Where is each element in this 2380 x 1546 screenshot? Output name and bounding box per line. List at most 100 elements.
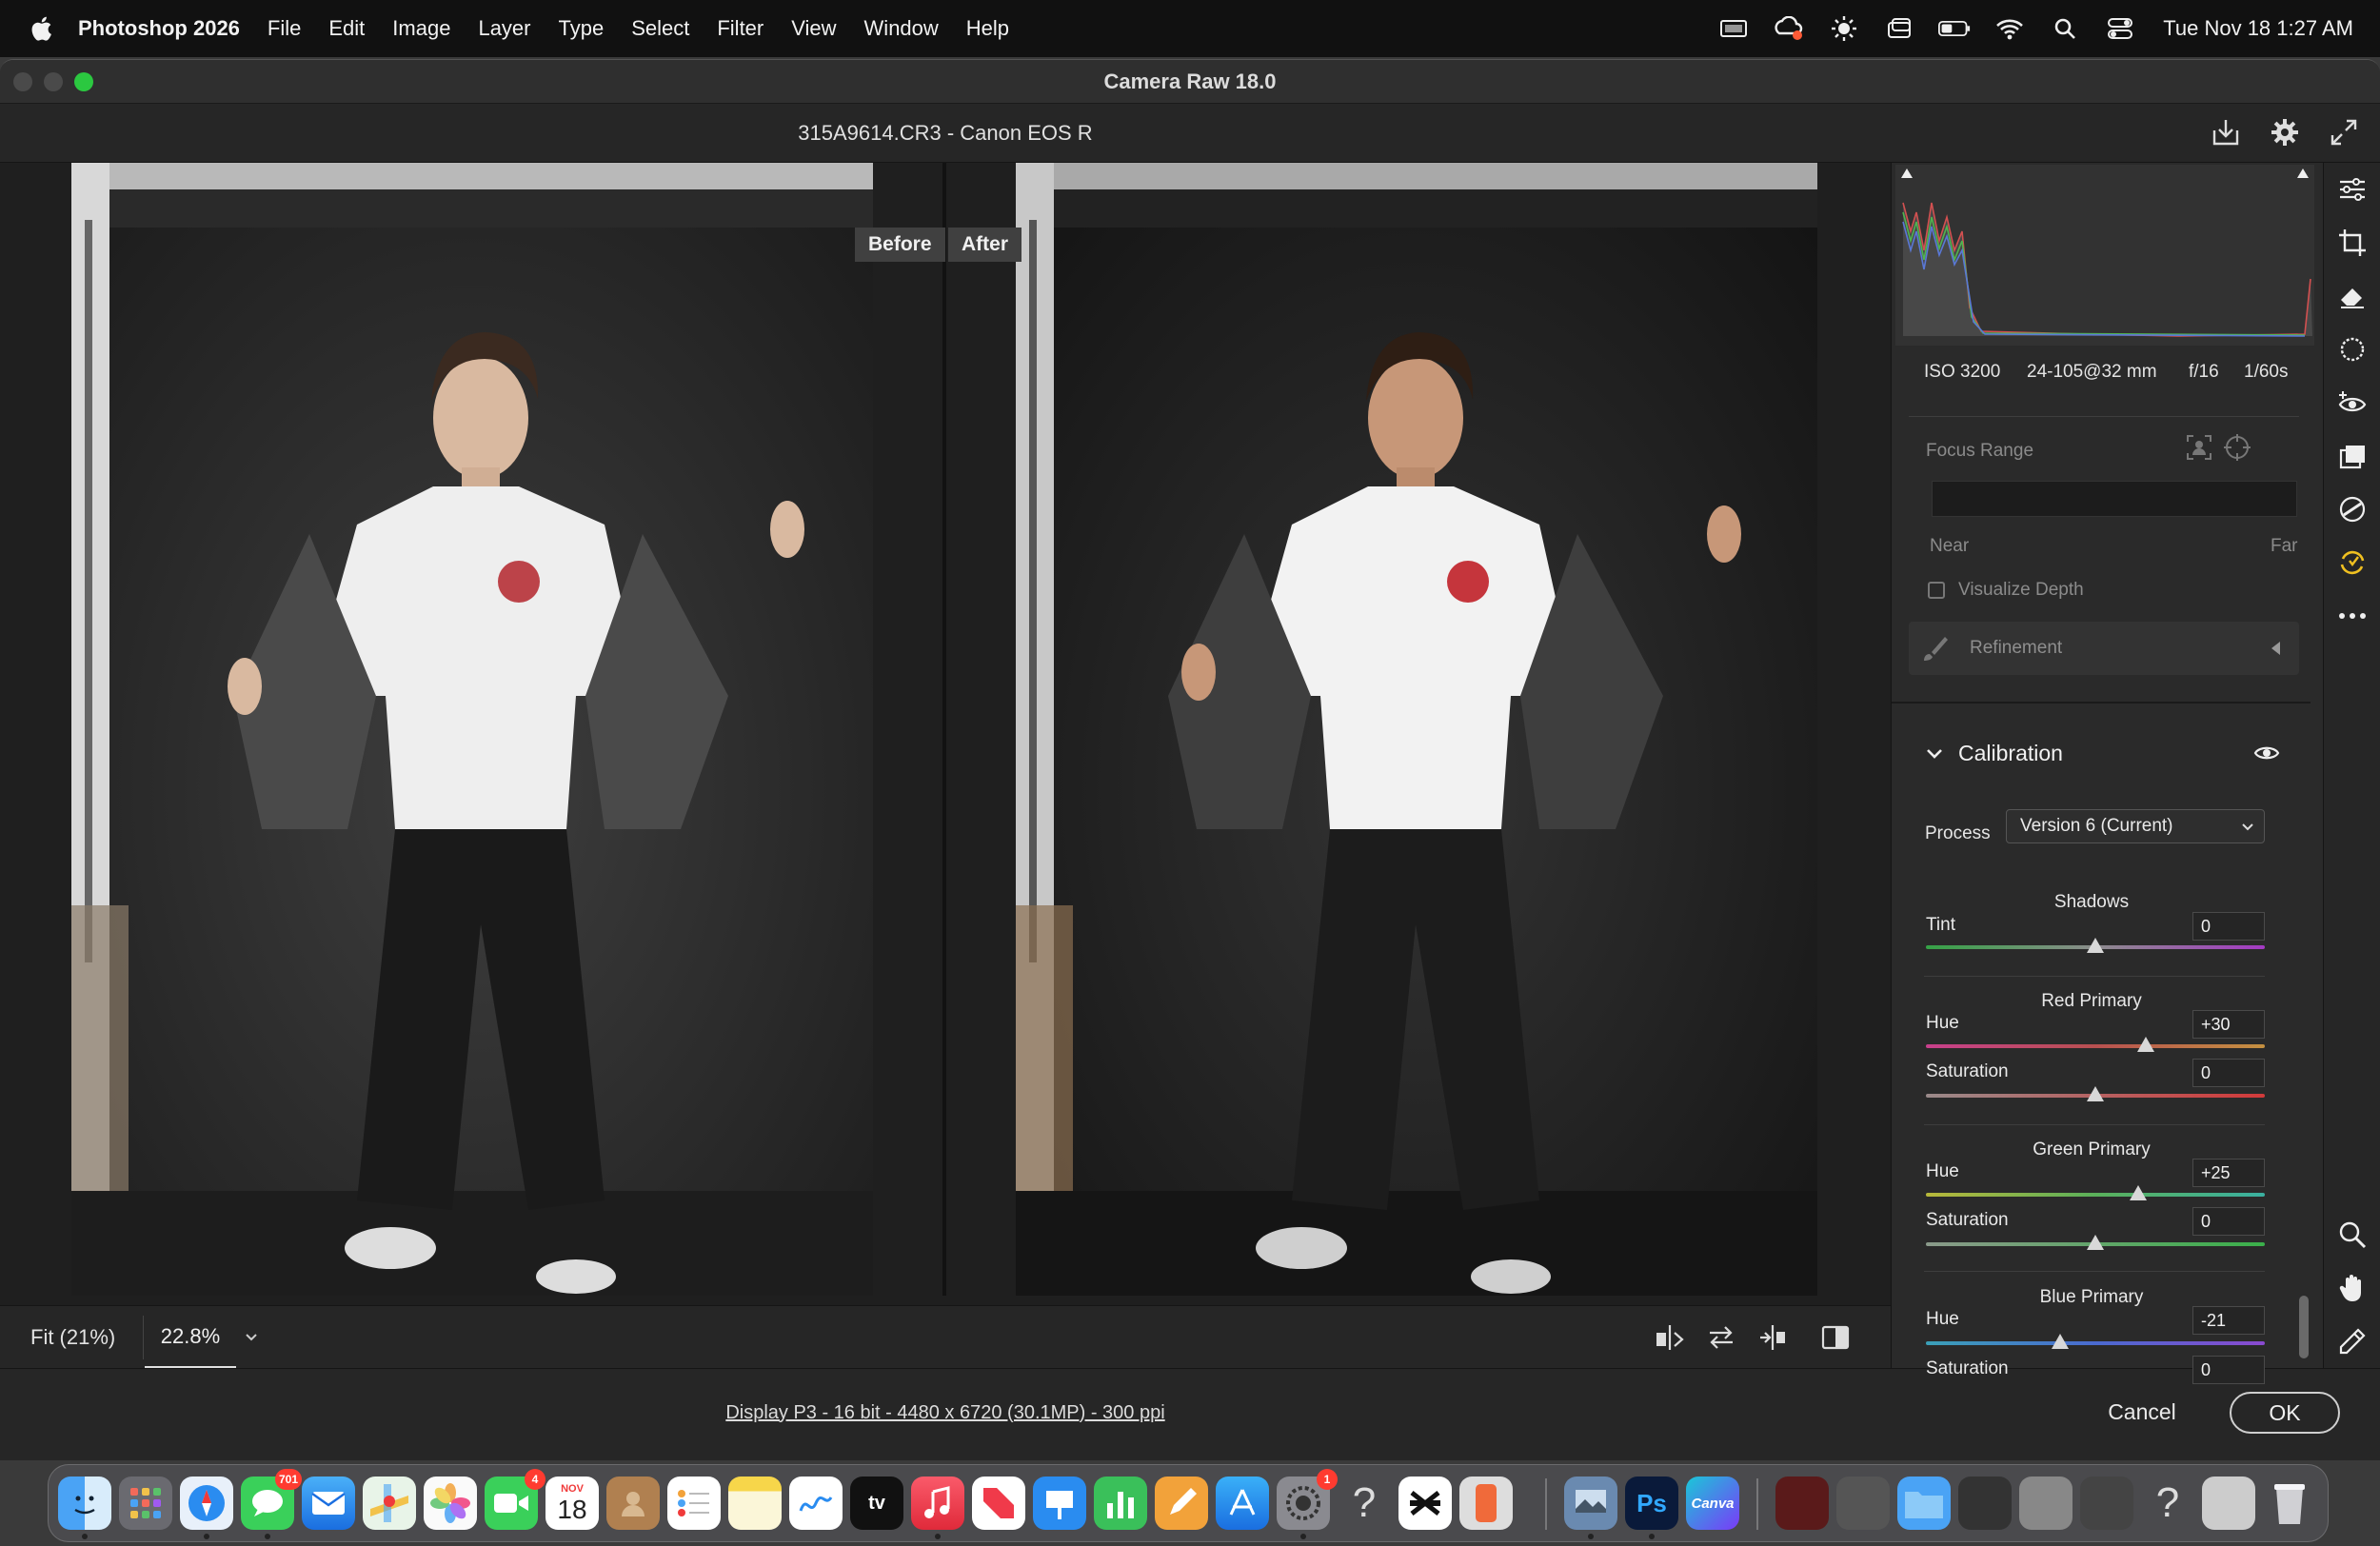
red-hue-slider[interactable] <box>1926 1044 2265 1048</box>
image-preview-area[interactable]: Before After <box>0 163 1891 1305</box>
menu-file[interactable]: File <box>268 16 301 41</box>
news-app-icon[interactable] <box>972 1477 1025 1530</box>
maps-app-icon[interactable] <box>363 1477 416 1530</box>
green-saturation-input[interactable]: 0 <box>2192 1207 2265 1236</box>
blue-hue-thumb[interactable] <box>2051 1334 2069 1349</box>
brightness-icon[interactable] <box>1828 16 1860 41</box>
green-hue-thumb[interactable] <box>2129 1185 2147 1200</box>
photos-app-icon[interactable] <box>424 1477 477 1530</box>
menu-select[interactable]: Select <box>631 16 689 41</box>
subject-focus-icon[interactable] <box>2185 433 2213 462</box>
menu-layer[interactable]: Layer <box>478 16 530 41</box>
menu-help[interactable]: Help <box>966 16 1009 41</box>
trash-icon[interactable] <box>2263 1477 2316 1530</box>
apple-menu-icon[interactable] <box>29 15 53 42</box>
downloads-folder-icon[interactable] <box>1897 1477 1951 1530</box>
fit-zoom-button[interactable]: Fit (21%) <box>30 1306 115 1369</box>
panel-scrollbar[interactable] <box>2299 1296 2309 1358</box>
more-options-icon[interactable] <box>2335 599 2370 633</box>
gear-icon[interactable] <box>2268 115 2302 149</box>
zoom-tool-icon[interactable] <box>2335 1218 2370 1252</box>
contacts-app-icon[interactable] <box>606 1477 660 1530</box>
recent-folder-2-icon[interactable] <box>1836 1477 1890 1530</box>
notes-app-icon[interactable] <box>728 1477 782 1530</box>
toggle-preview-icon[interactable] <box>1818 1320 1853 1355</box>
red-hue-thumb[interactable] <box>2137 1037 2155 1052</box>
red-saturation-input[interactable]: 0 <box>2192 1059 2265 1087</box>
crop-icon[interactable] <box>2335 226 2370 260</box>
before-after-divider[interactable] <box>942 163 946 1296</box>
edit-sliders-icon[interactable] <box>2335 172 2370 207</box>
blue-saturation-input[interactable]: 0 <box>2192 1356 2265 1384</box>
finder-app-icon[interactable] <box>58 1477 111 1539</box>
zoom-level-field[interactable]: 22.8% <box>145 1306 236 1369</box>
fullscreen-icon[interactable] <box>2327 115 2361 149</box>
mail-app-icon[interactable] <box>302 1477 355 1530</box>
menu-filter[interactable]: Filter <box>717 16 764 41</box>
recent-document-icon[interactable] <box>1958 1477 2012 1530</box>
search-icon[interactable] <box>2049 16 2081 41</box>
red-eye-icon[interactable] <box>2335 386 2370 420</box>
red-hue-input[interactable]: +30 <box>2192 1010 2265 1039</box>
reminders-app-icon[interactable] <box>667 1477 721 1530</box>
copy-settings-icon[interactable] <box>1755 1320 1790 1355</box>
menu-type[interactable]: Type <box>559 16 605 41</box>
battery-icon[interactable] <box>1938 16 1971 41</box>
menu-app-name[interactable]: Photoshop 2026 <box>78 16 240 41</box>
launchpad-app-icon[interactable] <box>119 1477 172 1530</box>
eyedropper-icon[interactable] <box>2335 1324 2370 1358</box>
calibration-header[interactable]: Calibration <box>1892 728 2311 778</box>
menu-edit[interactable]: Edit <box>328 16 365 41</box>
minimize-window-button[interactable] <box>44 72 63 91</box>
menu-image[interactable]: Image <box>392 16 450 41</box>
iphone-mirroring-app-icon[interactable] <box>1459 1477 1513 1530</box>
before-photo[interactable] <box>71 163 873 1296</box>
keynote-app-icon[interactable] <box>1033 1477 1086 1530</box>
green-hue-slider[interactable] <box>1926 1193 2265 1197</box>
ok-button[interactable]: OK <box>2230 1392 2340 1434</box>
display-icon[interactable] <box>1717 16 1750 41</box>
cancel-button[interactable]: Cancel <box>2094 1392 2190 1432</box>
app-store-app-icon[interactable] <box>1216 1477 1269 1530</box>
wifi-icon[interactable] <box>1993 16 2026 41</box>
refinement-row[interactable]: Refinement <box>1909 622 2299 675</box>
recent-folder-1-icon[interactable] <box>1775 1477 1829 1530</box>
messages-app-icon[interactable]: 701 <box>241 1469 302 1539</box>
capcut-app-icon[interactable] <box>1398 1477 1452 1530</box>
histogram[interactable] <box>1895 165 2314 346</box>
hand-tool-icon[interactable] <box>2335 1271 2370 1305</box>
zoom-window-button[interactable] <box>74 72 93 91</box>
visualize-depth-checkbox[interactable] <box>1928 582 1945 599</box>
preview-app-icon[interactable] <box>1564 1477 1617 1539</box>
green-saturation-thumb[interactable] <box>2087 1235 2104 1250</box>
menu-view[interactable]: View <box>791 16 836 41</box>
unknown-file-question-icon[interactable]: ? <box>2141 1477 2194 1530</box>
freeform-app-icon[interactable] <box>789 1477 843 1530</box>
menu-window[interactable]: Window <box>864 16 939 41</box>
shadows-tint-input[interactable]: 0 <box>2192 912 2265 941</box>
chevron-down-icon[interactable] <box>1924 743 1945 764</box>
creative-cloud-icon[interactable] <box>1773 16 1805 41</box>
workflow-options-link[interactable]: Display P3 - 16 bit - 4480 x 6720 (30.1M… <box>0 1369 1891 1457</box>
recent-file-icon[interactable] <box>2202 1477 2255 1530</box>
blue-hue-slider[interactable] <box>1926 1341 2265 1345</box>
control-center-icon[interactable] <box>2104 16 2136 41</box>
unknown-app-question-icon[interactable]: ? <box>1338 1477 1391 1530</box>
ai-edit-icon[interactable] <box>2335 545 2370 580</box>
apple-tv-app-icon[interactable]: tv <box>850 1477 903 1530</box>
system-settings-app-icon[interactable]: 1 <box>1277 1469 1338 1539</box>
save-image-icon[interactable] <box>2209 115 2243 149</box>
chevron-down-icon[interactable] <box>240 1306 263 1369</box>
masking-icon[interactable] <box>2335 332 2370 367</box>
close-window-button[interactable] <box>13 72 32 91</box>
safari-app-icon[interactable] <box>180 1477 233 1539</box>
red-saturation-thumb[interactable] <box>2087 1086 2104 1101</box>
target-focus-icon[interactable] <box>2223 433 2251 462</box>
eraser-icon[interactable] <box>2335 279 2370 313</box>
window-icon[interactable] <box>1883 16 1915 41</box>
canva-app-icon[interactable]: Canva <box>1686 1477 1739 1530</box>
recent-image-icon[interactable] <box>2019 1477 2073 1530</box>
blue-hue-input[interactable]: -21 <box>2192 1306 2265 1335</box>
before-after-view-icon[interactable] <box>1653 1320 1687 1355</box>
music-app-icon[interactable] <box>911 1477 964 1539</box>
